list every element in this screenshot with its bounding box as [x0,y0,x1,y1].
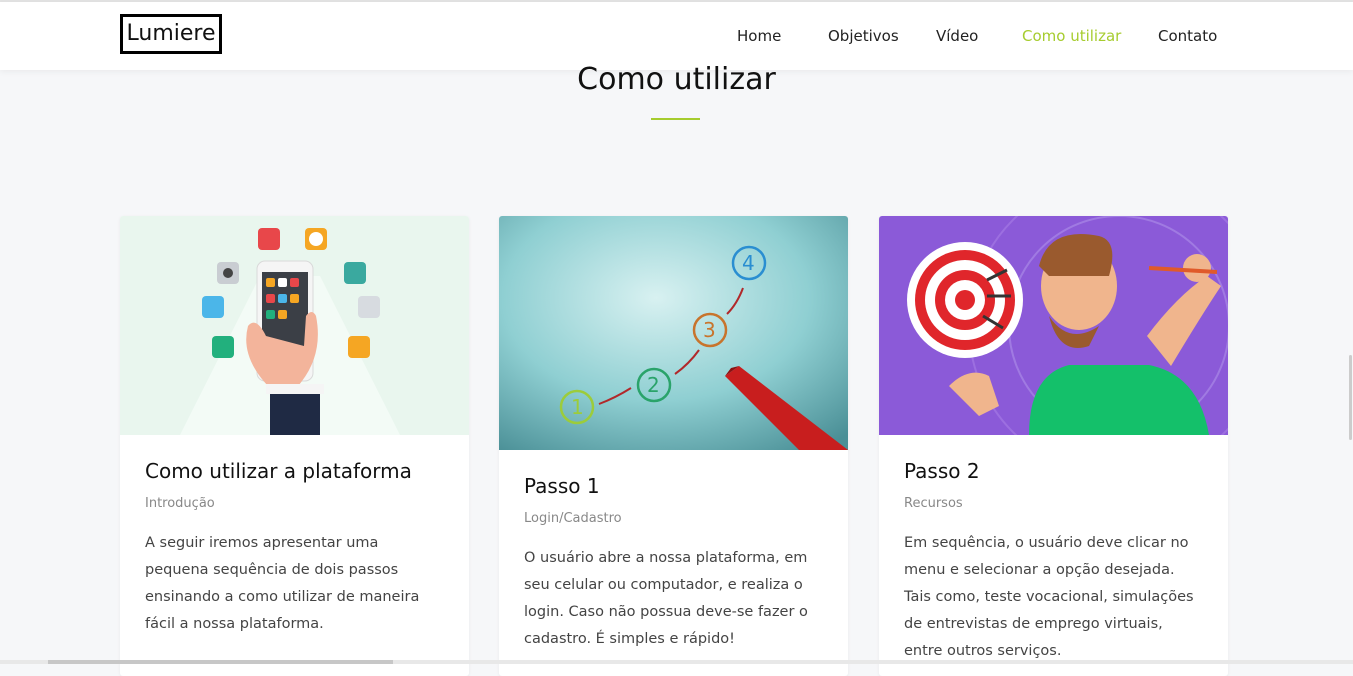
card-subtitle: Recursos [904,496,963,511]
svg-text:3: 3 [703,318,716,342]
svg-text:2: 2 [647,373,660,397]
svg-text:1: 1 [571,395,584,419]
card-description: Em sequência, o usuário deve clicar no m… [904,535,1194,659]
card-description: A seguir iremos apresentar uma pequena s… [145,535,420,632]
card-subtitle: Login/Cadastro [524,511,622,526]
card-title: Como utilizar a plataforma [145,459,412,483]
card-title: Passo 2 [904,459,980,483]
card-subtitle: Introdução [145,496,215,511]
section-title: Como utilizar [577,62,776,97]
horizontal-scrollbar-thumb[interactable] [48,660,393,664]
nav-item-video[interactable]: Vídeo [936,27,978,45]
nav-item-home[interactable]: Home [737,27,781,45]
brand-logo[interactable]: Lumiere [120,14,222,54]
nav-item-contato[interactable]: Contato [1158,27,1217,45]
card-como-utilizar: Como utilizar a plataforma Introdução A … [120,216,469,676]
horizontal-scrollbar[interactable] [0,660,1353,664]
numbered-steps-marker-photo: 1 2 3 4 [499,216,848,450]
site-header: Lumiere Home Objetivos Vídeo Como utiliz… [0,2,1353,70]
title-underline [651,118,700,120]
card-title: Passo 1 [524,474,600,498]
card-description: O usuário abre a nossa plataforma, em se… [524,550,808,647]
vertical-scrollbar[interactable] [1349,355,1352,440]
svg-text:4: 4 [742,251,755,275]
man-throwing-dart-at-target-illustration [879,216,1228,435]
smartphone-apps-illustration [120,216,469,435]
nav-item-como-utilizar[interactable]: Como utilizar [1022,27,1121,45]
card-passo-1: 1 2 3 4 Passo 1 Login/Cadastro O usuário… [499,216,848,676]
card-passo-2: Passo 2 Recursos Em sequência, o usuário… [879,216,1228,676]
nav-item-objetivos[interactable]: Objetivos [828,27,899,45]
